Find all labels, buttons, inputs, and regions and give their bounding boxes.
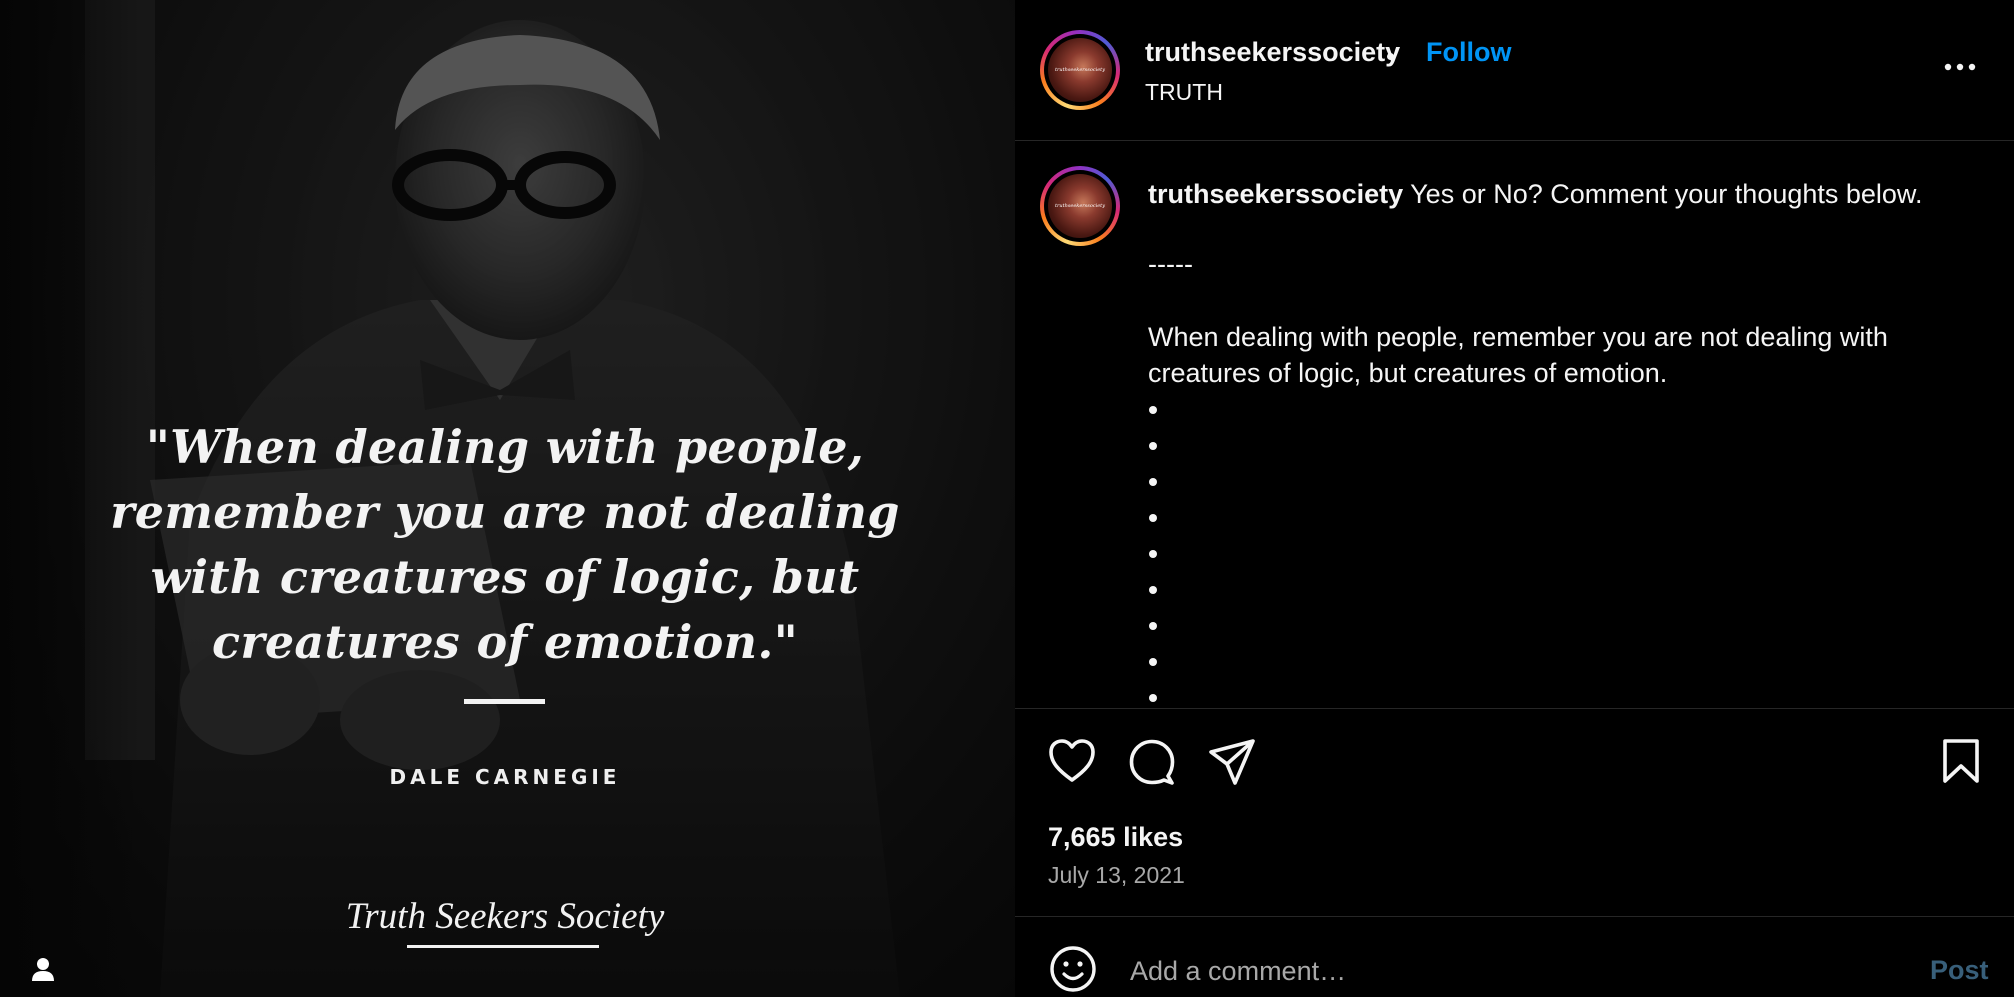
header-username[interactable]: truthseekerssociety <box>1145 37 1400 68</box>
quote-author: DALE CARNEGIE <box>389 765 621 789</box>
emoji-icon[interactable] <box>1049 945 1097 993</box>
more-options-icon[interactable] <box>1943 62 1977 72</box>
caption-bullet <box>1149 514 1157 522</box>
comment-input[interactable] <box>1128 950 1852 992</box>
quote-text: "When dealing with people, remember you … <box>110 420 900 669</box>
post-comment-button[interactable]: Post <box>1930 955 1989 986</box>
caption-quote-line-2: creatures of logic, but creatures of emo… <box>1148 358 1668 388</box>
header-avatar[interactable]: truthseekerssociety <box>1040 30 1120 110</box>
caption-text: Yes or No? Comment your thoughts below. <box>1410 179 1923 209</box>
caption-separator: ----- <box>1148 249 1193 279</box>
caption-bullet <box>1149 442 1157 450</box>
caption-bullet <box>1149 586 1157 594</box>
comment-icon[interactable] <box>1128 738 1176 786</box>
caption: truthseekerssociety Yes or No? Comment y… <box>1148 176 1958 212</box>
caption-bullet <box>1149 694 1157 702</box>
caption-quote-line-1: When dealing with people, remember you a… <box>1148 322 1888 352</box>
brand-underline <box>407 945 599 948</box>
caption-bullet <box>1149 622 1157 630</box>
caption-bullet <box>1149 406 1157 414</box>
comment-divider <box>1015 916 2014 917</box>
caption-avatar[interactable]: truthseekerssociety <box>1040 166 1120 246</box>
caption-username[interactable]: truthseekerssociety <box>1148 179 1403 209</box>
bookmark-icon[interactable] <box>1940 738 1982 784</box>
caption-bullet <box>1149 478 1157 486</box>
post-image[interactable]: "When dealing with people, remember you … <box>0 0 1015 997</box>
user-tag-icon[interactable] <box>29 955 57 983</box>
caption-bullet <box>1149 550 1157 558</box>
brand-watermark: Truth Seekers Society <box>345 896 665 937</box>
heart-icon[interactable] <box>1048 738 1096 784</box>
header-subtitle[interactable]: TRUTH <box>1145 79 1223 106</box>
share-icon[interactable] <box>1208 738 1256 786</box>
follow-button[interactable]: Follow <box>1426 37 1511 68</box>
likes-count[interactable]: 7,665 likes <box>1048 822 1183 853</box>
quote-divider <box>464 699 545 704</box>
header-separator <box>1387 53 1394 60</box>
actions-divider <box>1015 708 2014 709</box>
post-date[interactable]: July 13, 2021 <box>1048 862 1185 889</box>
post-header <box>1015 0 2014 141</box>
caption-bullet <box>1149 658 1157 666</box>
